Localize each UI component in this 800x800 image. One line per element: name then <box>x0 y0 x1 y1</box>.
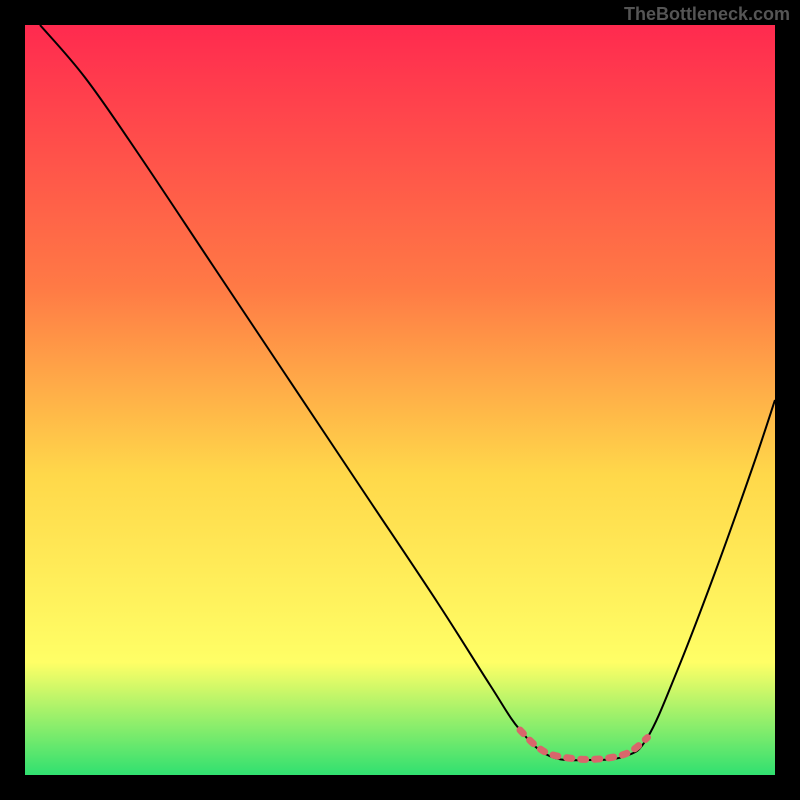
bottleneck-chart <box>25 25 775 775</box>
chart-area <box>25 25 775 775</box>
watermark-text: TheBottleneck.com <box>624 4 790 25</box>
gradient-background <box>25 25 775 775</box>
